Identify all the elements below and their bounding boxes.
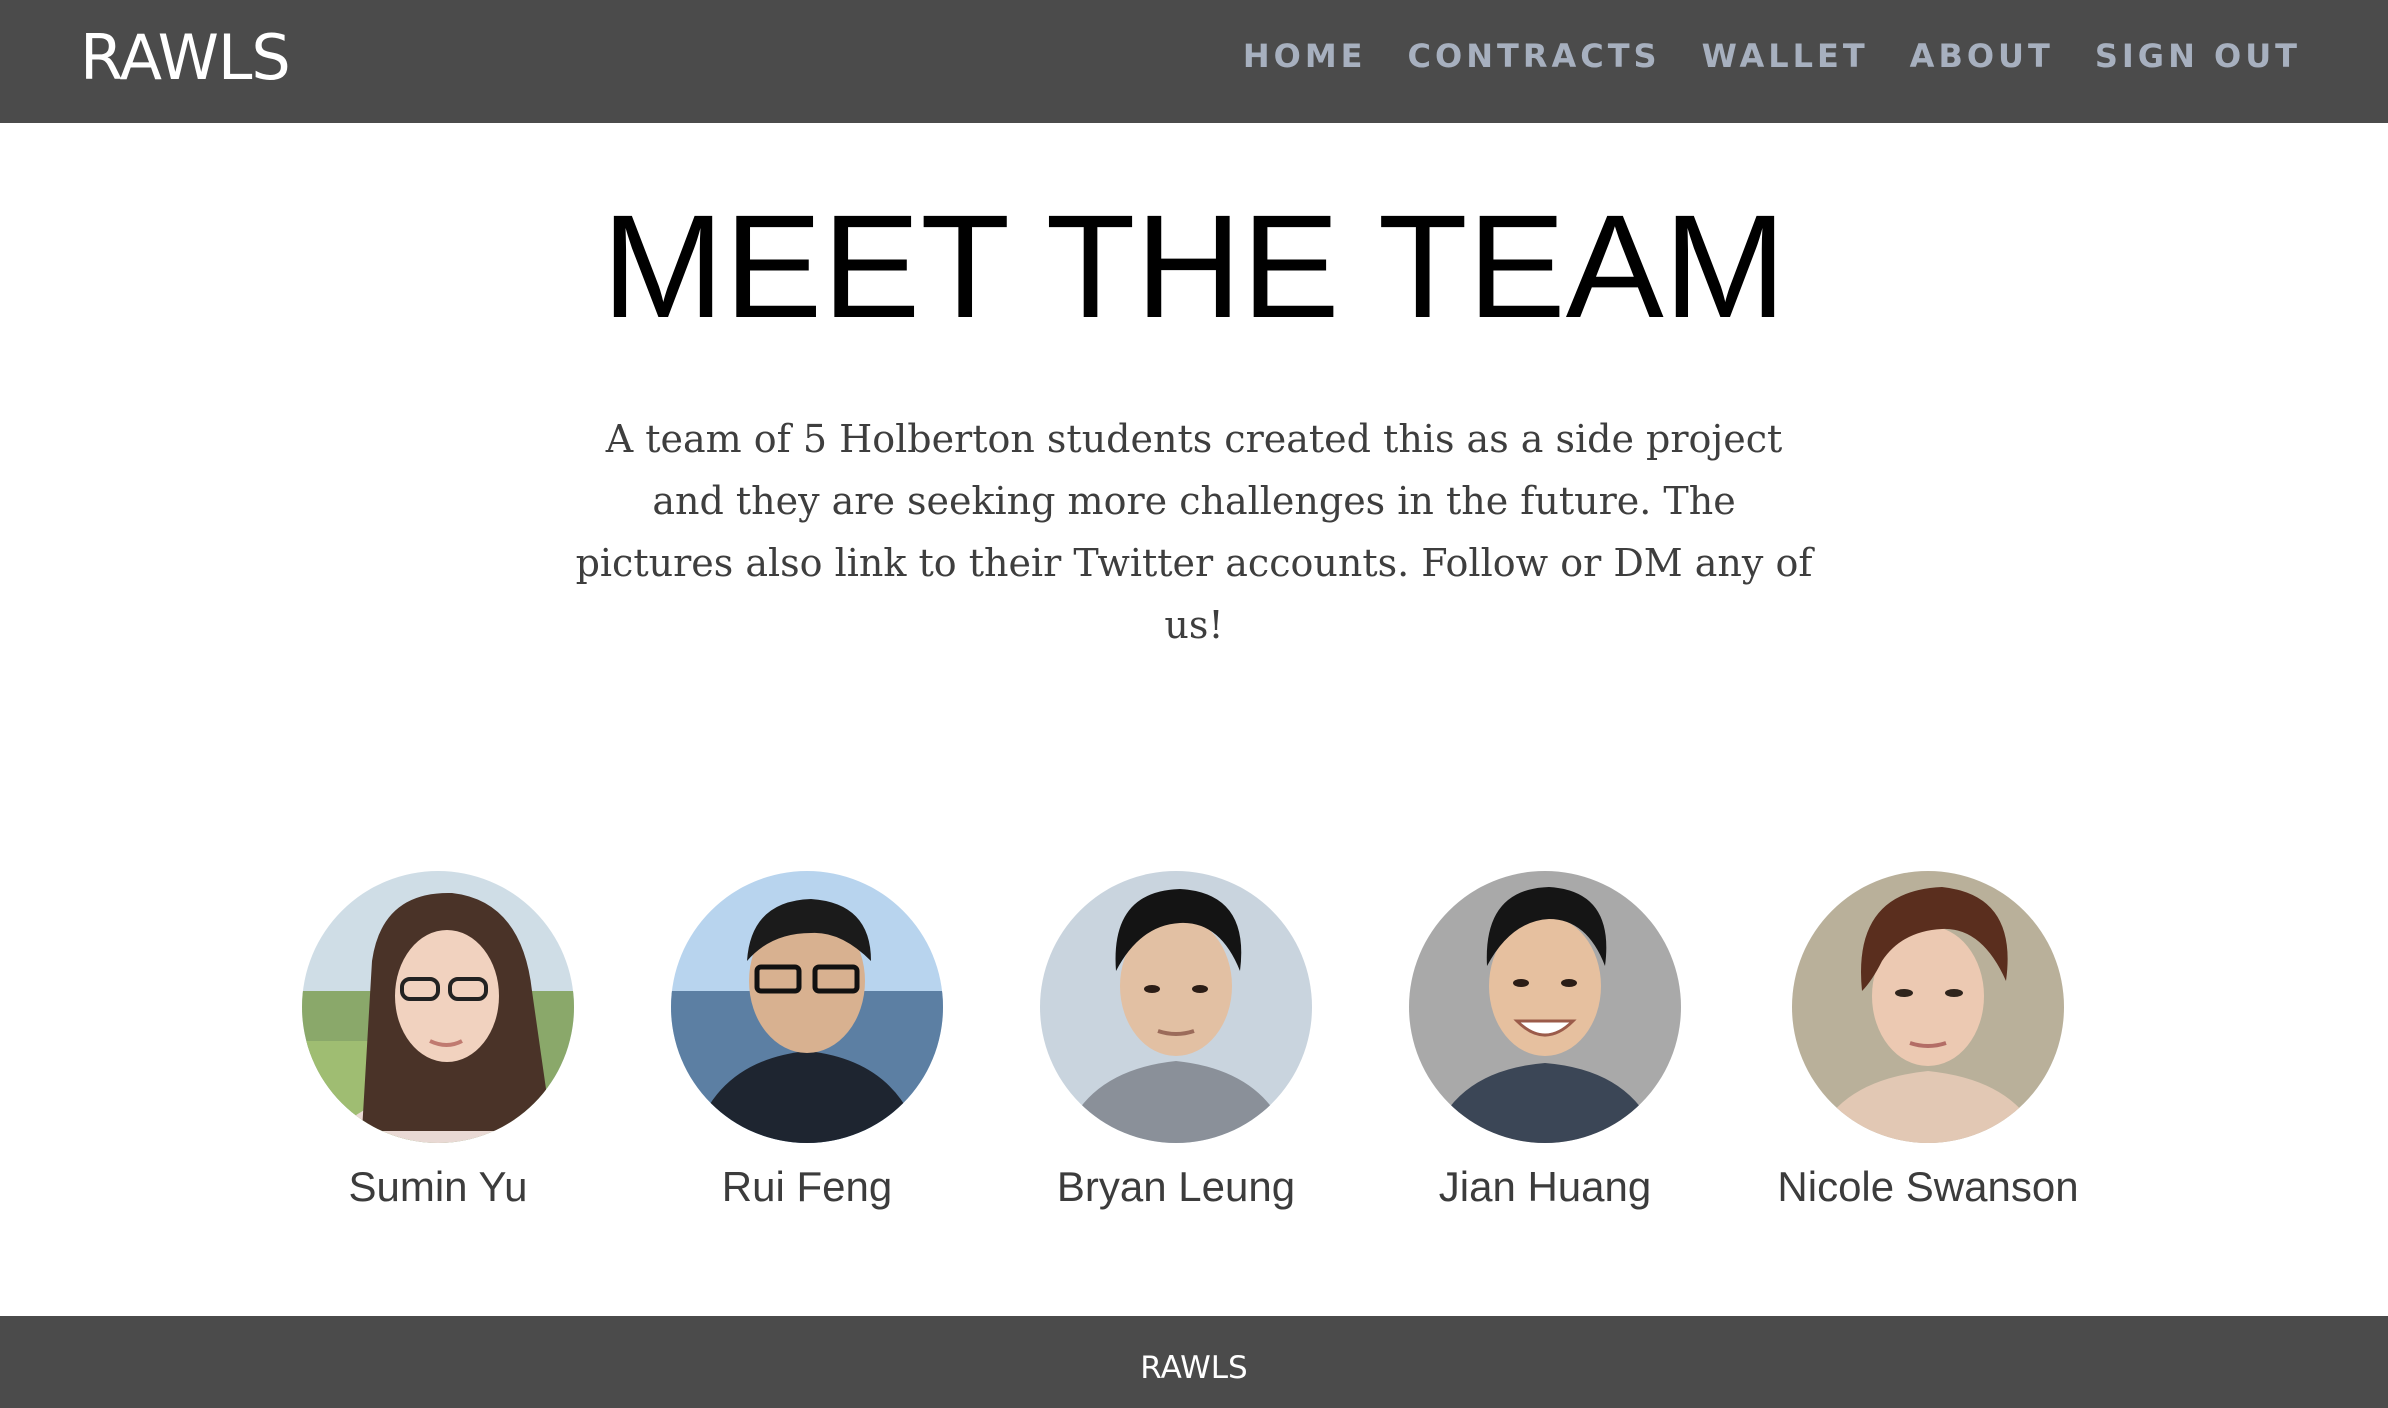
nav-about-link[interactable]: ABOUT [1910,36,2054,76]
page-title: MEET THE TEAM [601,185,1787,349]
main-nav: HOME CONTRACTS WALLET ABOUT SIGN OUT [1243,36,2301,76]
avatar-image [671,871,943,1143]
avatar-image [1409,871,1681,1143]
avatar-photo[interactable] [1409,871,1681,1143]
footer: RAWLS [0,1316,2388,1408]
navbar: RAWLS HOME CONTRACTS WALLET ABOUT SIGN O… [0,0,2388,123]
avatar-photo[interactable] [1040,871,1312,1143]
avatar-image [1040,871,1312,1143]
member-name: Nicole Swanson [1777,1163,2079,1210]
member-name: Jian Huang [1438,1163,1652,1210]
footer-brand: RAWLS [1140,1350,1248,1386]
nav-contracts-link[interactable]: CONTRACTS [1408,36,1661,76]
intro-paragraph: A team of 5 Holberton students created t… [575,417,1813,647]
brand-logo-link[interactable]: RAWLS [80,18,291,98]
avatar-photo[interactable] [671,871,943,1143]
member-name: Rui Feng [721,1163,893,1210]
member-name: Sumin Yu [348,1163,528,1210]
nav-home-link[interactable]: HOME [1243,36,1367,76]
avatar-image [302,871,574,1143]
avatar-photo[interactable] [302,871,574,1143]
nav-wallet-link[interactable]: WALLET [1702,36,1869,76]
avatar-photo[interactable] [1792,871,2064,1143]
avatar-image [1792,871,2064,1143]
nav-sign-out-link[interactable]: SIGN OUT [2095,36,2301,76]
member-name: Bryan Leung [1056,1163,1296,1210]
